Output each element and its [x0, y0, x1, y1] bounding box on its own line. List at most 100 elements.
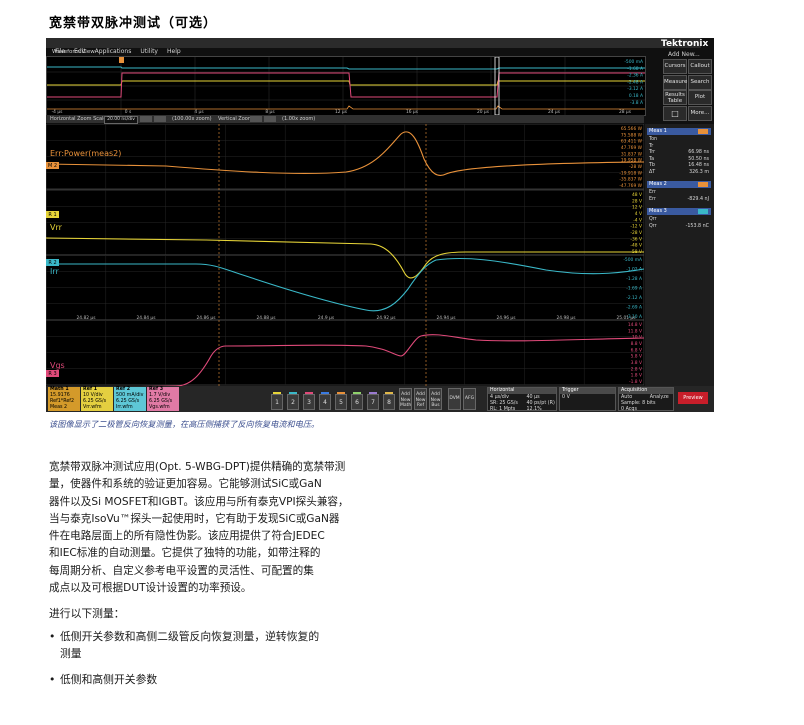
panel-time-tick: 24.92 μs [376, 315, 396, 321]
panel-y-label: -36 V [630, 236, 642, 242]
meas-title-2[interactable]: Meas 2 [647, 181, 711, 188]
settings-line: Analyze [649, 395, 669, 400]
channel-button-7[interactable]: 7 [367, 392, 379, 410]
channel-button-8[interactable]: 8 [383, 392, 395, 410]
panel-y-label: 12 V [632, 205, 642, 211]
channel-button-5[interactable]: 5 [335, 392, 347, 410]
dvm-button[interactable]: DVM [448, 388, 461, 410]
search-button[interactable]: Search [688, 75, 712, 90]
panel-y-label: 3.8 V [631, 360, 642, 366]
results-table-button[interactable]: Results Table [663, 90, 687, 105]
meas-row-value: 66.98 ns [688, 150, 709, 155]
channel-button-3[interactable]: 3 [303, 392, 315, 410]
chip-line: Irr.wfm [116, 405, 133, 410]
bullet-dot: • [49, 630, 56, 643]
channel-marker-label-0: M 2 [48, 163, 57, 169]
cursors-button[interactable]: Cursors [663, 59, 687, 74]
channel-button-1[interactable]: 1 [271, 392, 283, 410]
overview-y-label: -2.48 A [627, 79, 643, 85]
vertical-zoom-factor: (1.00x zoom) [282, 116, 316, 122]
meas-row-key: Qrr [649, 223, 657, 229]
overview-waveform-svg: -500 mA-1.68 A-2.36 A-2.48 A-3.12 A0.18 … [47, 56, 645, 116]
panel-y-label: -48 V [630, 243, 642, 249]
add-new-math-button[interactable]: Add New Math [399, 388, 412, 410]
body-paragraph: 宽禁带双脉冲测试应用(Opt. 5-WBG-DPT)提供精确的宽禁带测 量，使器件… [49, 459, 401, 597]
channel-marker-label-3: R 3 [48, 371, 56, 377]
channel-marker-label-2: R 2 [48, 260, 56, 266]
overview-y-label: -1.68 A [627, 66, 643, 72]
zoomed-waveform-panels[interactable]: Err:Power(meas2) M 2 65.566 W 75.588 W 63.41… [46, 123, 645, 389]
panel-y-label: 31.837 W [621, 151, 643, 157]
horizontal-settings[interactable]: Horizontal 4 μs/div SR: 25 GS/s RL: 1 Mpts 4… [487, 387, 557, 412]
channel-button-2[interactable]: 2 [287, 392, 299, 410]
panel-y-label: 10 V [632, 335, 642, 341]
zoomed-waveform-svg: Err:Power(meas2) M 2 65.566 W75.588 W63.41… [46, 123, 645, 389]
figure-caption: 该图像显示了二极管反向恢复测量，在高压侧捕获了反向恢复电流和电压。 [49, 419, 320, 429]
meas-row-key: Qrr [649, 217, 657, 222]
panel-y-label: -1.8 V [629, 379, 642, 385]
zoom-decrease-button[interactable] [140, 116, 152, 122]
acquisition-settings[interactable]: Acquisition Auto Sample: 8 bits 0 Acqs Analy… [618, 387, 674, 412]
panel-time-tick: 24.96 μs [496, 315, 516, 321]
paragraph-line: 和IEC标准的自动测量。它提供了独特的功能，如带注释的 [49, 547, 321, 560]
channel-button-4[interactable]: 4 [319, 392, 331, 410]
source-chip-math-1[interactable]: Math 1 15.9176 Ref1*Ref2 Meas 2 [48, 387, 80, 411]
measure-button[interactable]: Measure [663, 75, 687, 90]
paragraph-line: 器件以及Si MOSFET和IGBT。该应用与所有泰克VPI探头兼容， [49, 495, 349, 508]
vzoom-decrease-button[interactable] [250, 116, 262, 122]
panel-time-tick: 24.84 μs [136, 315, 156, 321]
panel-y-label: -58 V [630, 249, 642, 255]
meas-color-swatch [698, 129, 708, 134]
overview-waveform[interactable]: -500 mA -1.68 A -2.36 A -2.48 A -3.12 A 0.18 … [46, 56, 646, 116]
meas-row-key: Tb [649, 163, 655, 168]
panel-time-tick: 24.86 μs [196, 315, 216, 321]
panel-y-label: -35.837 W [619, 177, 642, 183]
plot-icon-button[interactable]: □ [663, 106, 687, 121]
channel-marker-label-1: R 1 [48, 212, 56, 218]
plot-button[interactable]: Plot [688, 90, 712, 105]
channel-button-6[interactable]: 6 [351, 392, 363, 410]
callout-button[interactable]: Callout [688, 59, 712, 74]
more-button[interactable]: More... [688, 106, 712, 121]
tektronix-logo: Tektronix [661, 39, 709, 49]
settings-line: 12.1% [526, 407, 542, 412]
acquisition-settings-col2: Analyze [650, 395, 669, 401]
source-chip-ref-1[interactable]: Ref 1 10 V/div 6.25 GS/s Vrr.wfm [81, 387, 113, 411]
bullet-text: 测量 [60, 647, 82, 660]
meas-color-swatch [698, 182, 708, 187]
panel-y-label: -28 V [630, 230, 642, 236]
zoom-increase-button[interactable] [154, 116, 166, 122]
panel-y-label: 5.8 V [631, 354, 642, 360]
meas-row-key: Ton [649, 137, 658, 142]
source-chip-ref-3[interactable]: Ref 3 1.7 V/div 6.25 GS/s Vgs.wfm [147, 387, 179, 411]
overview-trace-orange [47, 105, 645, 110]
horizontal-zoom-factor: (100.00x zoom) [172, 116, 212, 122]
page-title: 宽禁带双脉冲测试（可选） [49, 16, 218, 31]
panel-y-label: -12 V [630, 224, 642, 230]
add-new-label: Add New... [668, 51, 700, 58]
afg-button[interactable]: AFG [463, 388, 476, 410]
panel-y-label: 6.8 V [631, 347, 642, 353]
trigger-marker [119, 57, 124, 63]
preview-button[interactable]: Preview [678, 392, 708, 404]
panel-y-label: 48 V [632, 192, 642, 198]
add-new-ref-button[interactable]: Add New Ref [414, 388, 427, 410]
panel-time-tick: 24.9 μs [318, 315, 335, 321]
source-chip-ref-2[interactable]: Ref 2 500 mA/div 6.25 GS/s Irr.wfm [114, 387, 146, 411]
meas-title-3[interactable]: Meas 3 [647, 208, 711, 215]
meas-title-1[interactable]: Meas 1 [647, 128, 711, 135]
add-new-bus-button[interactable]: Add New Bus [429, 388, 442, 410]
horizontal-zoom-scale-field[interactable]: 20.00 ns/div [104, 116, 138, 124]
panel-y-label: 75.588 W [621, 132, 643, 138]
overview-trace-yellow [47, 80, 645, 86]
vzoom-increase-button[interactable] [264, 116, 276, 122]
trigger-settings[interactable]: Trigger 0 V [559, 387, 616, 411]
horizontal-settings-col2: 40 μs 40 ps/pt (R) 12.1% [527, 395, 555, 412]
add-button-line: Add [431, 392, 440, 397]
panel-y-label: -1.28 A [626, 276, 642, 282]
panel-name-2: Irr [50, 267, 60, 276]
paragraph-line: 成点以及可根据DUT设计设置的功率预设。 [49, 582, 252, 595]
settings-line: RL: 1 Mpts [490, 407, 516, 412]
panel-time-tick: 25.01 μs [616, 315, 636, 321]
paragraph-line: 当与泰克IsoVu™探头一起使用时，它有助于发现SiC或GaN器 [49, 512, 340, 525]
